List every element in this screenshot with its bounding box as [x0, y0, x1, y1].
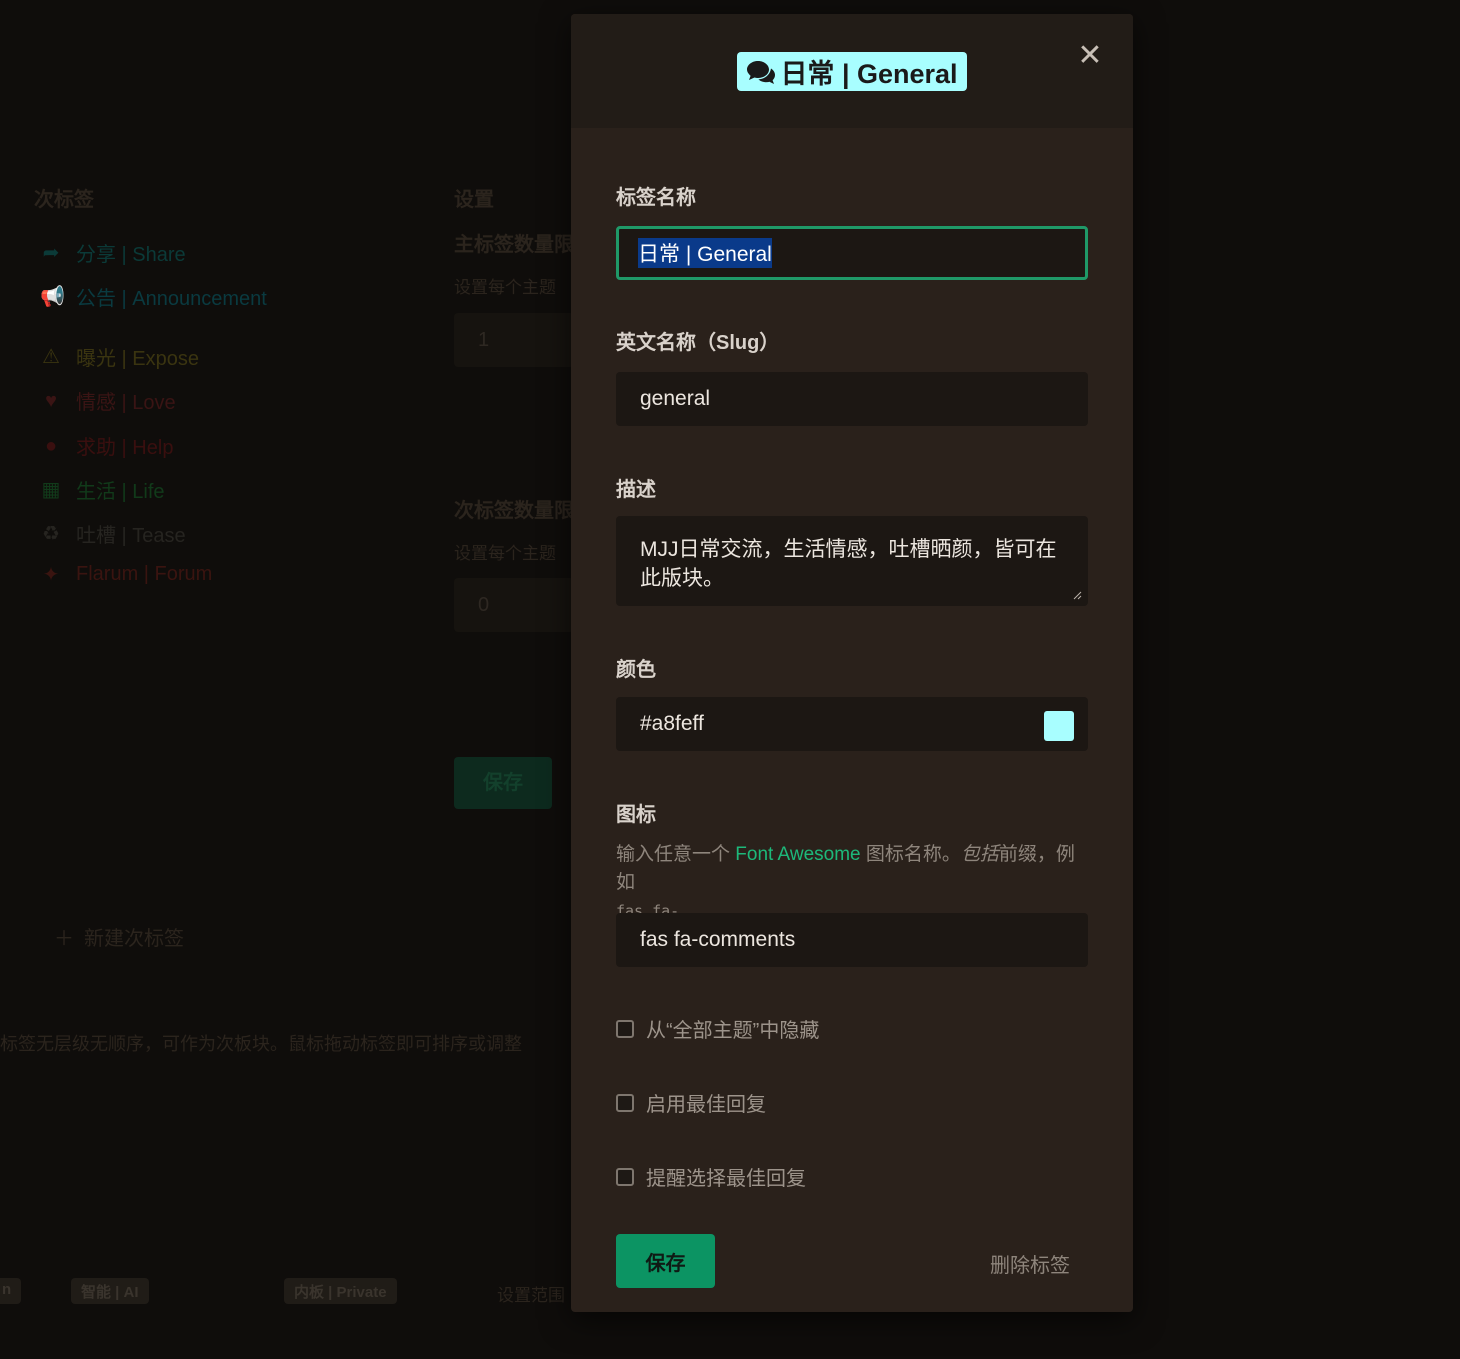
color-input[interactable]: #a8feff [616, 697, 1088, 751]
tag-item-flarum[interactable]: ✦ Flarum | Forum [40, 563, 213, 586]
hide-from-all-checkbox[interactable]: 从“全部主题”中隐藏 [616, 1014, 819, 1043]
tag-preview-badge: 日常 | General [737, 52, 967, 91]
tag-item-share[interactable]: ➦ 分享 | Share [40, 238, 186, 267]
color-label: 颜色 [616, 659, 656, 681]
tag-item-help[interactable]: ● 求助 | Help [40, 431, 174, 460]
tag-label: 求助 | Help [76, 437, 174, 459]
recycle-icon: ♻ [42, 522, 60, 545]
bottom-settings-range[interactable]: 设置范围 [497, 1281, 565, 1306]
footer-note: 标签无层级无顺序，可作为次板块。鼠标拖动标签即可排序或调整 [0, 1034, 522, 1054]
warning-icon: ⚠ [42, 345, 60, 368]
hide-from-all-label: 从“全部主题”中隐藏 [646, 1020, 820, 1042]
checkbox[interactable] [616, 1167, 634, 1186]
flarum-icon: ✦ [42, 563, 60, 586]
best-answer-checkbox[interactable]: 启用最佳回复 [616, 1088, 766, 1117]
grid-icon: ▦ [41, 478, 61, 501]
modal-header: 日常 | General ✕ [571, 14, 1133, 128]
font-awesome-link[interactable]: Font Awesome [735, 844, 860, 865]
tag-label: 曝光 | Expose [76, 348, 200, 370]
delete-tag-button[interactable]: 删除标签 [990, 1249, 1070, 1278]
best-answer-label: 启用最佳回复 [646, 1094, 766, 1116]
icon-help-middle: 图标名称。 [860, 844, 961, 865]
name-input-value: 日常 | General [638, 238, 772, 268]
icon-label: 图标 [616, 804, 656, 826]
question-icon: ● [44, 434, 58, 457]
remind-best-answer-label: 提醒选择最佳回复 [646, 1168, 806, 1190]
comments-icon [747, 60, 776, 84]
new-secondary-tag-label: 新建次标签 [84, 928, 184, 950]
new-secondary-tag-button[interactable]: ＋ 新建次标签 [54, 922, 184, 951]
name-label: 标签名称 [616, 187, 696, 209]
tag-item-love[interactable]: ♥ 情感 | Love [40, 386, 176, 415]
description-value: MJJ日常交流，生活情感，吐槽晒颜，皆可在此版块。 [640, 538, 1057, 590]
color-input-value: #a8feff [640, 712, 704, 735]
remind-best-answer-checkbox[interactable]: 提醒选择最佳回复 [616, 1162, 806, 1191]
tag-preview-label: 日常 | General [780, 59, 958, 89]
share-icon: ➦ [42, 241, 60, 264]
secondary-limit-help: 设置每个主题 [454, 544, 556, 563]
name-input[interactable]: 日常 | General [616, 226, 1088, 280]
tag-item-tease[interactable]: ♻ 吐槽 | Tease [40, 519, 186, 548]
icon-help-prefix: 输入任意一个 [616, 844, 736, 865]
tag-item-announcement[interactable]: 📢 公告 | Announcement [40, 282, 267, 311]
edit-tag-modal: 日常 | General ✕ 标签名称 日常 | General 英文名称（Sl… [571, 14, 1133, 1312]
bottom-chip-ai[interactable]: 智能 | AI [71, 1278, 149, 1304]
bottom-chip-private[interactable]: 内板 | Private [284, 1278, 397, 1304]
description-textarea[interactable]: MJJ日常交流，生活情感，吐槽晒颜，皆可在此版块。 [616, 516, 1088, 606]
primary-limit-help: 设置每个主题 [454, 278, 556, 297]
checkbox[interactable] [616, 1019, 634, 1038]
settings-save-button[interactable]: 保存 [454, 757, 552, 809]
bottom-chip[interactable]: n [0, 1278, 22, 1304]
close-icon[interactable]: ✕ [1077, 41, 1103, 71]
resize-grip-icon[interactable] [1072, 590, 1082, 600]
bullhorn-icon: 📢 [40, 285, 65, 308]
secondary-limit-input[interactable]: 0 [454, 578, 574, 632]
primary-limit-input[interactable]: 1 [454, 313, 574, 367]
tag-label: Flarum | Forum [76, 563, 213, 585]
tag-label: 分享 | Share [76, 244, 186, 266]
color-swatch[interactable] [1044, 711, 1074, 741]
save-button[interactable]: 保存 [616, 1234, 715, 1288]
tag-item-expose[interactable]: ⚠ 曝光 | Expose [40, 342, 199, 371]
primary-limit-heading: 主标签数量限 [454, 234, 574, 256]
tag-item-life[interactable]: ▦ 生活 | Life [40, 475, 165, 504]
heart-icon: ♥ [45, 389, 57, 412]
checkbox[interactable] [616, 1093, 634, 1112]
tag-label: 生活 | Life [76, 481, 165, 503]
settings-heading: 设置 [454, 189, 494, 211]
tag-label: 情感 | Love [76, 392, 176, 414]
tag-label: 吐槽 | Tease [76, 525, 186, 547]
tag-label: 公告 | Announcement [76, 288, 267, 310]
slug-label: 英文名称（Slug） [616, 332, 780, 354]
secondary-tags-heading: 次标签 [34, 189, 94, 211]
slug-input[interactable]: general [616, 372, 1088, 426]
description-label: 描述 [616, 479, 656, 501]
secondary-limit-heading: 次标签数量限 [454, 500, 574, 522]
plus-icon: ＋ [54, 928, 74, 950]
icon-input[interactable]: fas fa-comments [616, 913, 1088, 967]
icon-help-em: 包括 [960, 844, 999, 865]
